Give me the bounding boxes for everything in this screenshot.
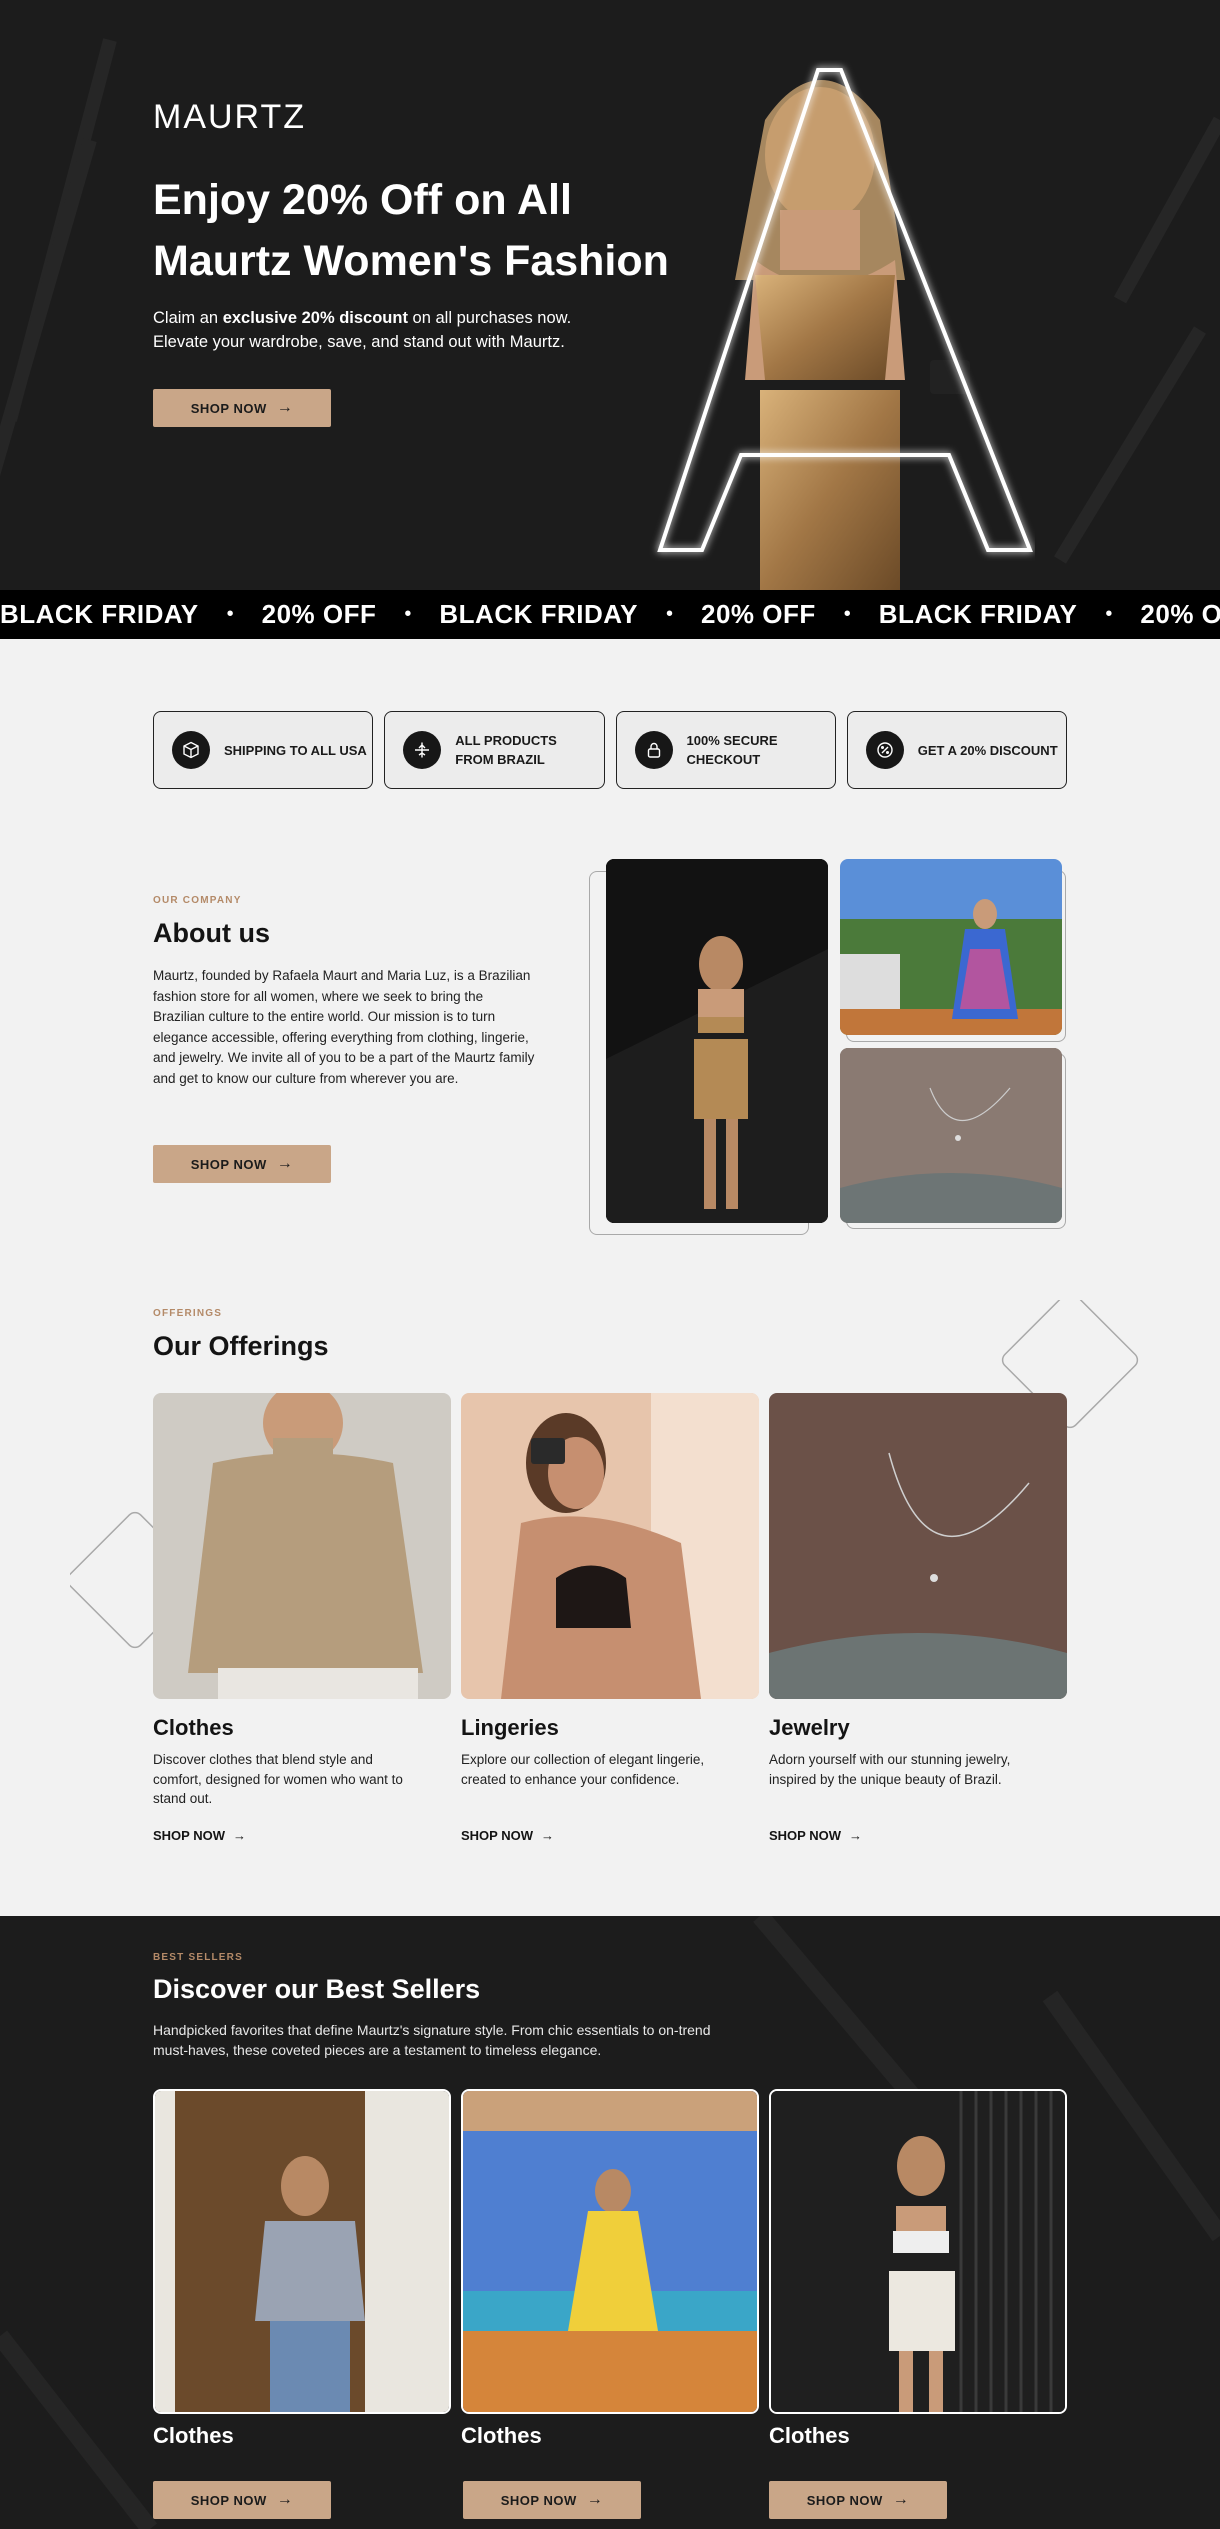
about-text: Maurtz, founded by Rafaela Maurt and Mar… xyxy=(153,968,535,1086)
hero-model-photo xyxy=(657,68,1033,590)
ticker-item: BLACK FRIDAY xyxy=(439,599,638,629)
box-icon xyxy=(172,731,210,769)
about-photo-garden xyxy=(840,859,1062,1035)
feature-shipping: SHIPPING TO ALL USA xyxy=(153,711,374,789)
hero-subtitle: Claim an exclusive 20% discount on all p… xyxy=(153,309,572,351)
best-seller-shop-now-button-3[interactable]: SHOP NOW → xyxy=(769,2481,947,2519)
about-title: About us xyxy=(153,918,270,948)
offering-desc-clothes: Discover clothes that blend style and co… xyxy=(153,1752,403,1806)
best-sellers-title: Discover our Best Sellers xyxy=(153,1974,481,2004)
plane-icon xyxy=(403,731,442,769)
ticker-item: BLACK FRIDAY xyxy=(0,599,199,629)
best-seller-shop-now-button-1[interactable]: SHOP NOW → xyxy=(153,2481,331,2519)
best-seller-name-1: Clothes xyxy=(153,2423,234,2448)
offering-desc-jewelry: Adorn yourself with our stunning jewelry… xyxy=(769,1752,1011,1787)
lock-icon xyxy=(634,731,673,769)
ticker-item: BLACK FRIDAY xyxy=(878,599,1078,629)
offering-photo-clothes[interactable] xyxy=(153,1393,451,1699)
ticker-separator: • xyxy=(226,603,234,625)
offering-photo-jewelry[interactable] xyxy=(769,1393,1067,1699)
best-sellers-eyebrow: BEST SELLERS xyxy=(153,1952,243,1963)
offerings-title: Our Offerings xyxy=(153,1331,329,1361)
arrow-right-icon: → xyxy=(276,399,294,416)
brand-logo[interactable]: MAURTZ xyxy=(153,98,306,137)
ticker-item: 20% OFF xyxy=(701,599,816,629)
about-shop-now-button[interactable]: SHOP NOW → xyxy=(153,1145,331,1183)
about-eyebrow: OUR COMPANY xyxy=(153,895,242,906)
offerings-eyebrow: OFFERINGS xyxy=(153,1308,223,1319)
ticker-separator: • xyxy=(1105,603,1113,625)
offering-title-jewelry: Jewelry xyxy=(769,1715,850,1740)
best-sellers-subtitle: Handpicked favorites that define Maurtz'… xyxy=(153,2022,711,2058)
offering-link-jewelry[interactable]: SHOP NOW → xyxy=(769,1828,862,1843)
offering-title-lingeries: Lingeries xyxy=(461,1715,559,1740)
offering-photo-lingeries[interactable] xyxy=(461,1393,759,1699)
offering-link-clothes[interactable]: SHOP NOW → xyxy=(153,1828,246,1843)
best-seller-shop-now-button-2[interactable]: SHOP NOW → xyxy=(463,2481,641,2519)
arrow-right-icon: → xyxy=(849,1828,862,1843)
arrow-right-icon: → xyxy=(586,2491,604,2508)
ticker-separator: • xyxy=(666,603,674,625)
discount-icon xyxy=(865,731,904,769)
arrow-right-icon: → xyxy=(233,1828,246,1843)
best-seller-photo-1[interactable] xyxy=(153,2089,451,2414)
about-photo-model-stairs xyxy=(606,859,828,1223)
feature-badges: SHIPPING TO ALL USA ALL PRODUCTS FROM BR… xyxy=(153,711,1067,789)
best-seller-photo-2[interactable] xyxy=(461,2089,759,2414)
offering-link-lingeries[interactable]: SHOP NOW → xyxy=(461,1828,554,1843)
offering-title-clothes: Clothes xyxy=(153,1715,234,1740)
promo-ticker: BLACK FRIDAY • 20% OFF • BLACK FRIDAY • … xyxy=(0,590,1220,639)
arrow-right-icon: → xyxy=(276,2491,294,2508)
arrow-right-icon: → xyxy=(892,2491,910,2508)
arrow-right-icon: → xyxy=(541,1828,554,1843)
offering-desc-lingeries: Explore our collection of elegant linger… xyxy=(461,1752,705,1787)
arrow-right-icon: → xyxy=(276,1155,294,1172)
best-seller-photo-3[interactable] xyxy=(769,2089,1067,2414)
feature-secure-checkout: 100% SECURE CHECKOUT xyxy=(615,711,836,789)
hero-banner: MAURTZ Enjoy 20% Off on All Maurtz Women… xyxy=(0,0,1220,590)
ticker-separator: • xyxy=(843,603,851,625)
hero-shop-now-button[interactable]: SHOP NOW → xyxy=(153,389,331,427)
best-seller-name-2: Clothes xyxy=(461,2423,542,2448)
ticker-item: 20% OFF xyxy=(1140,599,1220,629)
best-sellers-section: BEST SELLERS Discover our Best Sellers H… xyxy=(0,1916,1220,2529)
about-photo-necklace xyxy=(840,1048,1062,1223)
best-seller-name-3: Clothes xyxy=(769,2423,850,2448)
feature-brazil: ALL PRODUCTS FROM BRAZIL xyxy=(384,711,605,789)
ticker-item: 20% OFF xyxy=(261,599,377,629)
ticker-separator: • xyxy=(404,603,412,625)
feature-discount: GET A 20% DISCOUNT xyxy=(846,711,1067,789)
